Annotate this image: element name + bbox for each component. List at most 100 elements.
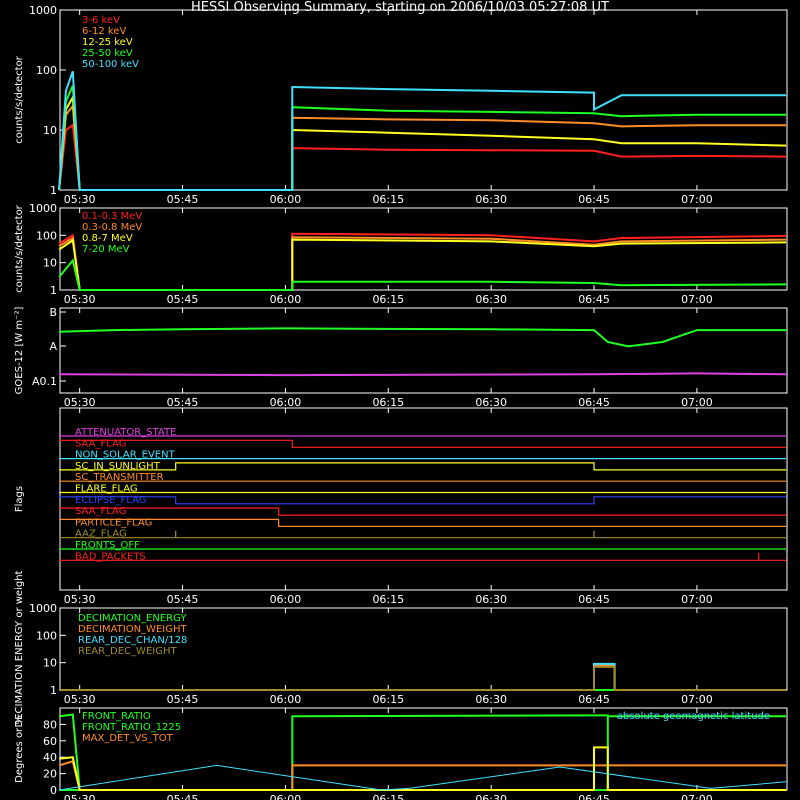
high_energy-ylabel: counts/s/detector <box>14 204 25 292</box>
flags-flag-label-0: ATTENUATOR_STATE <box>75 427 176 438</box>
decimation-series-1 <box>59 664 787 691</box>
ratios-xtick-label-5: 06:45 <box>578 793 610 800</box>
decimation-ytick-label-1: 10 <box>43 657 57 670</box>
flags-xtick-label-1: 05:45 <box>167 593 199 606</box>
flags-xtick-label-2: 06:00 <box>270 593 302 606</box>
decimation-ylabel: DECIMATION ENERGY or weight <box>14 570 25 727</box>
lightcurve-xtick-label-6: 07:00 <box>681 193 713 206</box>
goes-ytick-label-1: A <box>49 340 57 353</box>
flags-xtick-label-5: 06:45 <box>578 593 610 606</box>
lightcurve-legend-1: 6-12 keV <box>82 26 126 37</box>
high_energy-frame <box>59 207 788 291</box>
high_energy-xtick-label-2: 06:00 <box>270 293 302 306</box>
lightcurve-xtick-label-4: 06:30 <box>475 193 507 206</box>
lightcurve-ytick-label-0: 1 <box>50 184 57 197</box>
goes-ytick-label-0: B <box>49 306 57 319</box>
flags-flag-line-8 <box>59 518 787 528</box>
flags-xtick-label-6: 07:00 <box>681 593 713 606</box>
goes-ylabel: GOES-12 [W m⁻²] <box>14 307 25 395</box>
ratios-ylabel: Degrees or % <box>14 715 25 783</box>
ratios-annotation: absolute geomagnetic latitude <box>617 711 770 722</box>
decimation-series-2 <box>59 662 787 691</box>
lightcurve-series-4 <box>58 70 787 191</box>
flags-flag-label-9: AAZ_FLAG <box>75 529 127 540</box>
flags-flag-label-7: SAA_FLAG <box>75 506 126 517</box>
lightcurve-ytick-label-3: 1000 <box>29 4 57 17</box>
flags-flag-line-3 <box>59 462 787 471</box>
flags-flag-label-6: ECLIPSE_FLAG <box>75 495 146 506</box>
decimation-legend-1: DECIMATION_WEIGHT <box>78 624 187 635</box>
decimation-xtick-label-4: 06:30 <box>475 693 507 706</box>
high_energy-legend-2: 0.8-7 MeV <box>82 233 133 244</box>
flags-flag-label-5: FLARE_FLAG <box>75 484 138 495</box>
high_energy-xtick-label-4: 06:30 <box>475 293 507 306</box>
high_energy-legend-3: 7-20 MeV <box>82 244 130 255</box>
high_energy-xtick-label-5: 06:45 <box>578 293 610 306</box>
goes-series-1 <box>59 372 787 377</box>
goes-xtick-label-1: 05:45 <box>167 396 199 409</box>
flags-flag-label-2: NON_SOLAR_EVENT <box>75 450 176 461</box>
lightcurve-legend-0: 3-6 keV <box>82 15 120 26</box>
ratios-legend-2: MAX_DET_VS_TOT <box>82 733 174 744</box>
high_energy-ytick-label-2: 100 <box>36 229 57 242</box>
ratios-xtick-label-3: 06:15 <box>372 793 404 800</box>
decimation-series-3 <box>59 665 787 691</box>
high_energy-xtick-label-1: 05:45 <box>167 293 199 306</box>
goes-xtick-label-2: 06:00 <box>270 396 302 409</box>
lightcurve-series-3 <box>58 85 787 191</box>
goes-series-0 <box>59 327 787 348</box>
goes-xtick-label-5: 06:45 <box>578 396 610 409</box>
high_energy-xtick-label-3: 06:15 <box>372 293 404 306</box>
goes-frame <box>59 307 788 394</box>
high_energy-series-3 <box>58 258 787 291</box>
decimation-xtick-label-5: 06:45 <box>578 693 610 706</box>
goes-xtick-label-4: 06:30 <box>475 396 507 409</box>
lightcurve-series-1 <box>58 103 787 191</box>
flags-xtick-label-3: 06:15 <box>372 593 404 606</box>
lightcurve-ytick-label-1: 10 <box>43 124 57 137</box>
flags-xtick-label-4: 06:30 <box>475 593 507 606</box>
flags-flag-label-8: PARTICLE_FLAG <box>75 517 152 528</box>
flags-flag-label-11: BAD_PACKETS <box>75 551 146 562</box>
ratios-series-2 <box>58 760 787 791</box>
ratios-xtick-label-4: 06:30 <box>475 793 507 800</box>
lightcurve-xtick-label-3: 06:15 <box>372 193 404 206</box>
high_energy-ytick-label-1: 10 <box>43 257 57 270</box>
decimation-xtick-label-0: 05:30 <box>64 693 96 706</box>
decimation-ytick-label-2: 100 <box>36 629 57 642</box>
ratios-legend-0: FRONT_RATIO <box>82 711 151 722</box>
lightcurve-legend-3: 25-50 keV <box>82 48 133 59</box>
decimation-ytick-label-3: 1000 <box>29 602 57 615</box>
lightcurve-xtick-label-0: 05:30 <box>64 193 96 206</box>
decimation-xtick-label-2: 06:00 <box>270 693 302 706</box>
high_energy-legend-1: 0.3-0.8 MeV <box>82 222 142 233</box>
flags-flag-label-3: SC_IN_SUNLIGHT <box>75 461 161 472</box>
summary-plot: 05:30 05:45 06:00 06:15 06:30 06:45 07:00 count… <box>14 4 788 800</box>
ratios-ytick-label-2: 40 <box>43 751 57 764</box>
ratios-xtick-label-2: 06:00 <box>270 793 302 800</box>
lightcurve-series-0 <box>58 123 787 191</box>
decimation-legend-0: DECIMATION_ENERGY <box>78 613 187 624</box>
ratios-xtick-label-0: 05:30 <box>64 793 96 800</box>
lightcurve-frame <box>59 9 788 191</box>
goes-xtick-label-6: 07:00 <box>681 396 713 409</box>
ratios-ytick-label-0: 0 <box>50 784 57 797</box>
flags-flag-label-10: FRONTS_OFF <box>75 540 140 551</box>
lightcurve-ylabel: counts/s/detector <box>14 55 25 143</box>
ratios-xtick-label-1: 05:45 <box>167 793 199 800</box>
lightcurve-xtick-label-2: 06:00 <box>270 193 302 206</box>
ratios-ytick-label-4: 80 <box>43 718 57 731</box>
decimation-xtick-label-1: 05:45 <box>167 693 199 706</box>
high_energy-ytick-label-3: 1000 <box>29 202 57 215</box>
decimation-xtick-label-6: 07:00 <box>681 693 713 706</box>
ratios-ytick-label-3: 60 <box>43 735 57 748</box>
goes-xtick-label-3: 06:15 <box>372 396 404 409</box>
flags-flag-line-11 <box>59 553 787 561</box>
flags-flag-label-4: SC_TRANSMITTER <box>75 472 164 483</box>
flags-flag-line-6 <box>59 496 787 505</box>
high_energy-legend-0: 0.1-0.3 MeV <box>82 211 142 222</box>
high_energy-xtick-label-6: 07:00 <box>681 293 713 306</box>
lightcurve-xtick-label-1: 05:45 <box>167 193 199 206</box>
ratios-xtick-label-6: 07:00 <box>681 793 713 800</box>
flags-xtick-label-0: 05:30 <box>64 593 96 606</box>
